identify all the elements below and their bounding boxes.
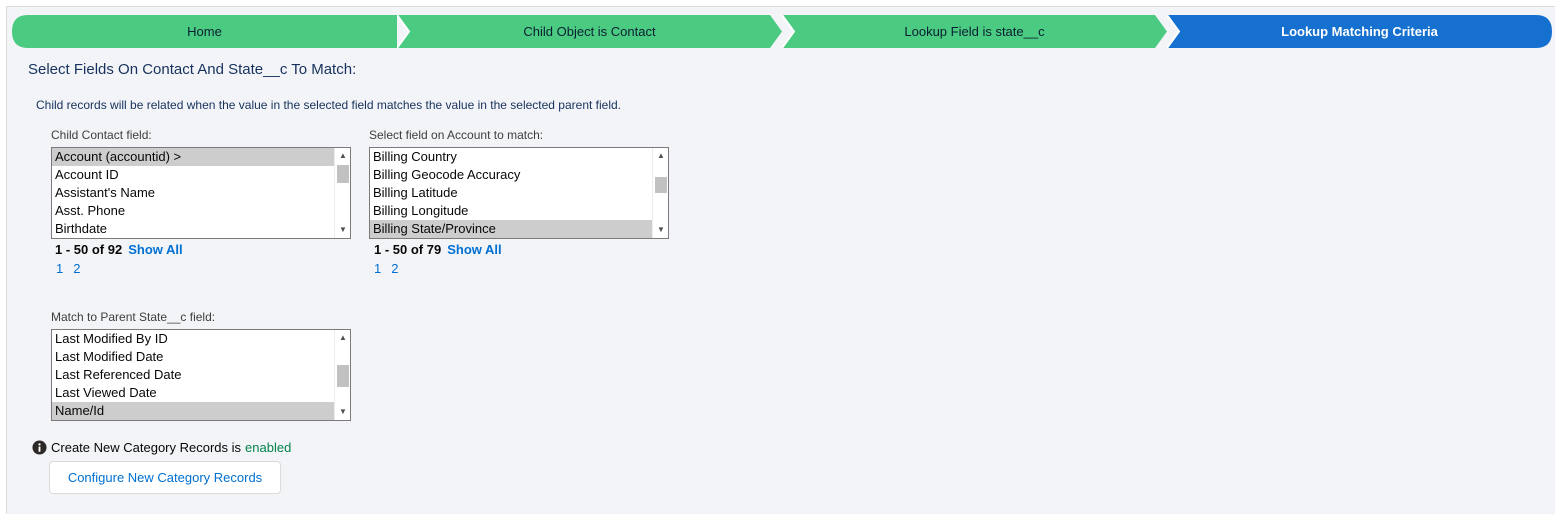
parent-field-option[interactable]: Last Referenced Date	[52, 366, 334, 384]
path-step-child-object[interactable]: Child Object is Contact	[397, 15, 782, 48]
status-enabled: enabled	[245, 440, 292, 455]
path-step-label: Child Object is Contact	[523, 24, 656, 39]
account-field-option[interactable]: Billing State/Province	[370, 220, 652, 238]
scrollbar-thumb[interactable]	[655, 177, 667, 193]
scroll-up-icon[interactable]: ▲	[335, 331, 350, 345]
listbox-scrollbar[interactable]: ▲ ▼	[334, 330, 350, 420]
scroll-up-icon[interactable]: ▲	[335, 149, 350, 163]
scrollbar-thumb[interactable]	[337, 165, 349, 183]
child-field-option[interactable]: Birthdate	[52, 220, 334, 238]
page-background	[6, 6, 1555, 514]
child-field-label: Child Contact field:	[51, 128, 152, 142]
parent-field-listbox[interactable]: Last Modified By ID Last Modified Date L…	[51, 329, 351, 421]
page-link-1[interactable]: 1	[374, 261, 381, 276]
description-text: Child records will be related when the v…	[36, 98, 622, 112]
parent-field-label: Match to Parent State__c field:	[51, 310, 216, 324]
child-field-listbox[interactable]: Account (accountid) > Account ID Assista…	[51, 147, 351, 239]
account-field-range: 1 - 50 of 79	[374, 242, 442, 257]
account-field-option[interactable]: Billing Latitude	[370, 184, 652, 202]
path-step-home[interactable]: Home	[12, 15, 397, 48]
child-field-show-all-link[interactable]: Show All	[128, 242, 182, 257]
scrollbar-thumb[interactable]	[337, 365, 349, 387]
scroll-down-icon[interactable]: ▼	[335, 405, 350, 419]
account-field-pages: 12	[374, 261, 408, 276]
page-link-2[interactable]: 2	[73, 261, 80, 276]
parent-field-option[interactable]: Last Viewed Date	[52, 384, 334, 402]
info-icon	[32, 440, 47, 455]
category-records-text: Create New Category Records is	[51, 440, 242, 455]
path-step-label: Home	[187, 24, 222, 39]
parent-field-option[interactable]: Name/Id	[52, 402, 334, 420]
child-field-option[interactable]: Account ID	[52, 166, 334, 184]
account-field-label: Select field on Account to match:	[369, 128, 544, 142]
account-field-show-all-link[interactable]: Show All	[447, 242, 501, 257]
account-field-listbox[interactable]: Billing Country Billing Geocode Accuracy…	[369, 147, 669, 239]
account-field-option[interactable]: Billing Country	[370, 148, 652, 166]
parent-field-option[interactable]: Last Modified Date	[52, 348, 334, 366]
listbox-scrollbar[interactable]: ▲ ▼	[652, 148, 668, 238]
account-field-option[interactable]: Billing Longitude	[370, 202, 652, 220]
path-step-label: Lookup Matching Criteria	[1281, 24, 1438, 39]
configure-category-records-button[interactable]: Configure New Category Records	[49, 461, 281, 494]
path-step-matching-criteria[interactable]: Lookup Matching Criteria	[1167, 15, 1552, 48]
page-title: Select Fields On Contact And State__c To…	[28, 61, 357, 78]
child-field-option[interactable]: Asst. Phone	[52, 202, 334, 220]
progress-path: Home Child Object is Contact Lookup Fiel…	[12, 15, 1552, 48]
child-field-option[interactable]: Assistant's Name	[52, 184, 334, 202]
parent-field-option[interactable]: Last Modified By ID	[52, 330, 334, 348]
listbox-scrollbar[interactable]: ▲ ▼	[334, 148, 350, 238]
path-step-lookup-field[interactable]: Lookup Field is state__c	[782, 15, 1167, 48]
child-field-option[interactable]: Account (accountid) >	[52, 148, 334, 166]
page-link-2[interactable]: 2	[391, 261, 398, 276]
child-field-pages: 12	[56, 261, 90, 276]
scroll-down-icon[interactable]: ▼	[335, 223, 350, 237]
page-link-1[interactable]: 1	[56, 261, 63, 276]
category-records-status: Create New Category Records is enabled	[32, 440, 291, 455]
account-field-option[interactable]: Billing Geocode Accuracy	[370, 166, 652, 184]
child-field-range: 1 - 50 of 92	[55, 242, 123, 257]
path-step-label: Lookup Field is state__c	[904, 24, 1045, 39]
scroll-up-icon[interactable]: ▲	[653, 149, 668, 163]
child-field-pager: 1 - 50 of 92 Show All	[55, 242, 183, 257]
scroll-down-icon[interactable]: ▼	[653, 223, 668, 237]
account-field-pager: 1 - 50 of 79 Show All	[374, 242, 502, 257]
